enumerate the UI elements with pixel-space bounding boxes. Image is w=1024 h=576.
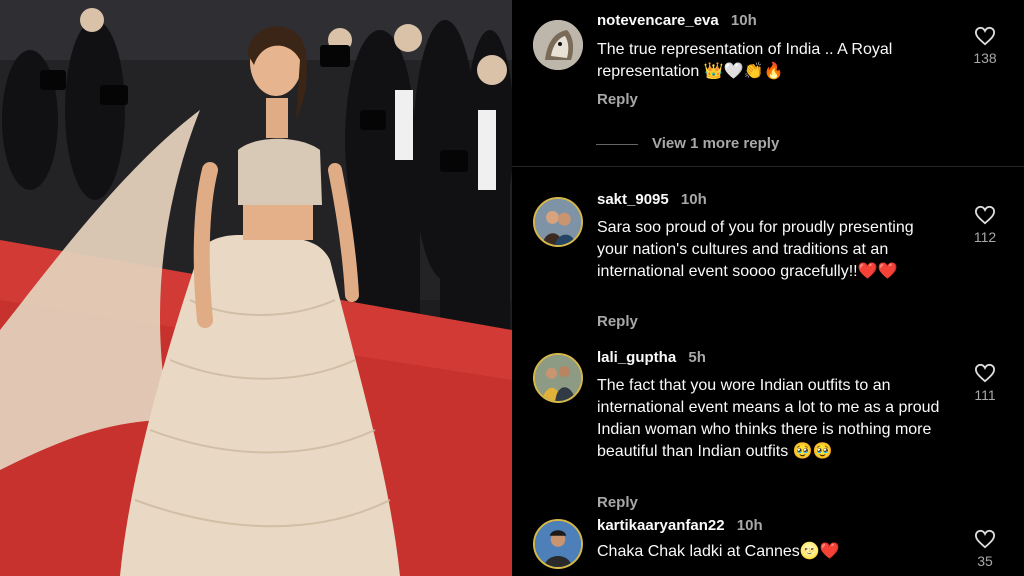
like-button[interactable]: 35	[960, 529, 1010, 569]
avatar[interactable]	[533, 20, 583, 70]
man-avatar-icon	[535, 521, 581, 567]
heart-icon	[974, 205, 996, 225]
avatar[interactable]	[533, 519, 583, 569]
timestamp: 10h	[736, 517, 763, 534]
comment-text: The fact that you wore Indian outfits to…	[597, 377, 940, 460]
comment-item: notevencare_eva 10h The true representat…	[512, 12, 1024, 122]
section-divider	[512, 166, 1024, 167]
comment-header: lali_guptha 5h	[597, 349, 706, 366]
comment-header: notevencare_eva 10h	[597, 12, 757, 29]
like-count: 111	[974, 387, 996, 403]
heart-icon	[974, 26, 996, 46]
username[interactable]: sakt_9095	[597, 191, 669, 208]
timestamp: 10h	[730, 12, 757, 29]
comment-item: kartikaaryanfan22 10h Chaka Chak ladki a…	[512, 517, 1024, 576]
timestamp: 5h	[688, 349, 706, 366]
like-button[interactable]: 112	[960, 205, 1010, 245]
timestamp: 10h	[680, 191, 707, 208]
username[interactable]: notevencare_eva	[597, 12, 719, 29]
comment-item: lali_guptha 5h The fact that you wore In…	[512, 349, 1024, 519]
username[interactable]: kartikaaryanfan22	[597, 517, 725, 534]
comment-header: kartikaaryanfan22 10h	[597, 517, 763, 534]
like-count: 112	[973, 229, 997, 245]
couple-avatar-icon	[535, 355, 581, 401]
comment-text: The true representation of India .. A Ro…	[597, 41, 893, 80]
comments-panel: notevencare_eva 10h The true representat…	[512, 0, 1024, 576]
red-carpet-photo	[0, 0, 512, 576]
heart-icon	[974, 363, 996, 383]
reply-button[interactable]: Reply	[597, 91, 638, 108]
comment-header: sakt_9095 10h	[597, 191, 707, 208]
view-more-replies-label: View 1 more reply	[652, 135, 780, 152]
comment-text: Chaka Chak ladki at Cannes🌝❤️	[597, 543, 840, 560]
like-count: 138	[973, 50, 997, 66]
photo-illustration	[0, 0, 512, 576]
reply-button[interactable]: Reply	[597, 313, 638, 330]
comment-item: sakt_9095 10h Sara soo proud of you for …	[512, 191, 1024, 341]
view-more-replies[interactable]: View 1 more reply	[596, 135, 779, 152]
username[interactable]: lali_guptha	[597, 349, 676, 366]
avatar[interactable]	[533, 197, 583, 247]
reply-button[interactable]: Reply	[597, 494, 638, 511]
dog-avatar-icon	[533, 20, 583, 70]
like-count: 35	[977, 553, 993, 569]
reply-divider-line	[596, 143, 638, 145]
comment-text: Sara soo proud of you for proudly presen…	[597, 219, 914, 280]
avatar[interactable]	[533, 353, 583, 403]
like-button[interactable]: 111	[960, 363, 1010, 403]
couple-avatar-icon	[535, 199, 581, 245]
like-button[interactable]: 138	[960, 26, 1010, 66]
heart-icon	[974, 529, 996, 549]
